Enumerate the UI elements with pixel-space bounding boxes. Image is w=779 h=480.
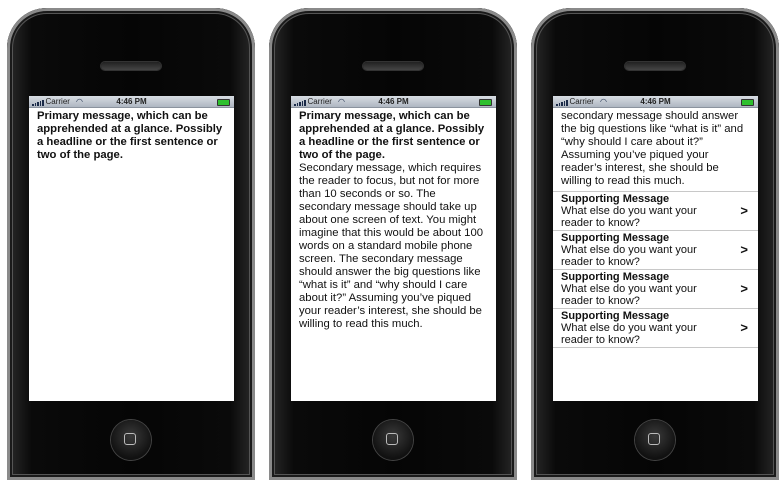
status-bar: Carrier ◠ 4:46 PM xyxy=(291,96,496,108)
page-content: Primary message, which can be apprehende… xyxy=(291,108,496,331)
home-square-icon xyxy=(124,433,136,445)
home-button-icon[interactable] xyxy=(111,420,151,460)
home-button-icon[interactable] xyxy=(373,420,413,460)
chevron-right-icon: > xyxy=(740,320,748,335)
phone-1: Carrier ◠ 4:46 PM Primary message, which… xyxy=(7,8,255,480)
chevron-right-icon: > xyxy=(740,242,748,257)
secondary-message: secondary message should answer the big … xyxy=(561,110,744,187)
battery-icon xyxy=(741,99,754,106)
supporting-title: Supporting Message xyxy=(561,271,670,283)
supporting-title: Supporting Message xyxy=(561,232,670,244)
phone-2: Carrier ◠ 4:46 PM Primary message, which… xyxy=(269,8,517,480)
battery-icon xyxy=(217,99,230,106)
signal-bars-icon xyxy=(32,98,44,106)
supporting-desc: What else do you want your reader to kno… xyxy=(561,322,697,346)
speaker xyxy=(625,62,685,70)
chevron-right-icon: > xyxy=(740,281,748,296)
list-item[interactable]: Supporting Message What else do you want… xyxy=(553,231,758,270)
status-time: 4:46 PM xyxy=(640,97,671,106)
supporting-desc: What else do you want your reader to kno… xyxy=(561,283,697,307)
status-time: 4:46 PM xyxy=(378,97,409,106)
screen-1: Carrier ◠ 4:46 PM Primary message, which… xyxy=(29,96,234,401)
page-content: secondary message should answer the big … xyxy=(553,108,758,188)
status-time: 4:46 PM xyxy=(116,97,147,106)
screen-2[interactable]: Carrier ◠ 4:46 PM Primary message, which… xyxy=(291,96,496,401)
chevron-right-icon: > xyxy=(740,203,748,218)
signal-bars-icon xyxy=(294,98,306,106)
supporting-desc: What else do you want your reader to kno… xyxy=(561,205,697,229)
primary-message: Primary message, which can be apprehende… xyxy=(299,110,485,161)
page-content: Primary message, which can be apprehende… xyxy=(29,108,234,162)
supporting-desc: What else do you want your reader to kno… xyxy=(561,244,697,268)
carrier-label: Carrier xyxy=(45,97,70,106)
signal-bars-icon xyxy=(556,98,568,106)
home-square-icon xyxy=(386,433,398,445)
wifi-icon: ◠ xyxy=(337,96,345,106)
list-item[interactable]: Supporting Message What else do you want… xyxy=(553,270,758,309)
status-bar: Carrier ◠ 4:46 PM xyxy=(553,96,758,108)
speaker xyxy=(101,62,161,70)
home-square-icon xyxy=(648,433,660,445)
battery-icon xyxy=(479,99,492,106)
phone-3: Carrier ◠ 4:46 PM secondary message shou… xyxy=(531,8,779,480)
wifi-icon: ◠ xyxy=(75,96,83,106)
carrier-label: Carrier xyxy=(307,97,332,106)
screen-3[interactable]: Carrier ◠ 4:46 PM secondary message shou… xyxy=(553,96,758,401)
home-button-icon[interactable] xyxy=(635,420,675,460)
secondary-message: Secondary message, which requires the re… xyxy=(299,162,484,330)
supporting-title: Supporting Message xyxy=(561,310,670,322)
speaker xyxy=(363,62,423,70)
supporting-list: Supporting Message What else do you want… xyxy=(553,191,758,348)
status-bar: Carrier ◠ 4:46 PM xyxy=(29,96,234,108)
primary-message: Primary message, which can be apprehende… xyxy=(37,110,223,161)
wifi-icon: ◠ xyxy=(599,96,607,106)
list-item[interactable]: Supporting Message What else do you want… xyxy=(553,192,758,231)
supporting-title: Supporting Message xyxy=(561,193,670,205)
carrier-label: Carrier xyxy=(569,97,594,106)
list-item[interactable]: Supporting Message What else do you want… xyxy=(553,309,758,348)
